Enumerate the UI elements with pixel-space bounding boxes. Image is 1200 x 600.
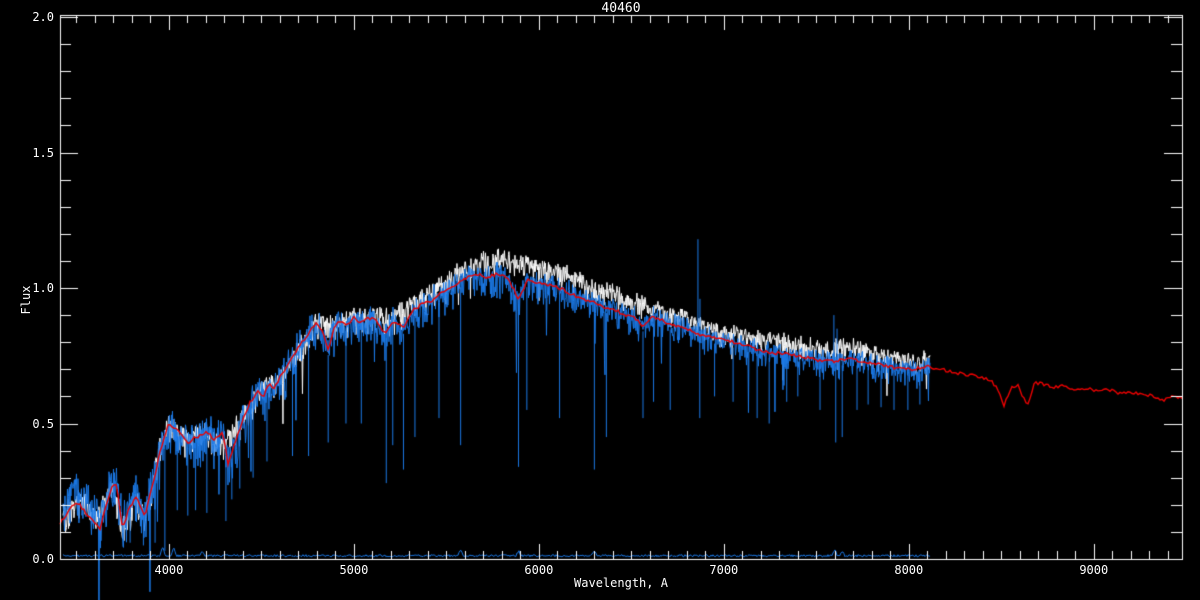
y-tick-label: 0.0 bbox=[32, 552, 54, 566]
y-tick-label: 2.0 bbox=[32, 10, 54, 24]
x-tick-label: 6000 bbox=[524, 563, 554, 577]
x-tick-label: 8000 bbox=[894, 563, 924, 577]
x-tick-label: 7000 bbox=[709, 563, 739, 577]
x-tick-label: 4000 bbox=[154, 563, 184, 577]
y-tick-label: 0.5 bbox=[32, 416, 54, 431]
x-axis-label: Wavelength, A bbox=[574, 576, 668, 590]
y-tick-label: 1.0 bbox=[32, 281, 54, 295]
spectrum-plot-window: 40460 Flux Wavelength, A 4000 5000 6000 700… bbox=[0, 0, 1200, 600]
y-tick-label: 1.5 bbox=[32, 145, 54, 160]
x-tick-label: 9000 bbox=[1079, 563, 1109, 577]
plot-canvas bbox=[0, 0, 1200, 600]
x-tick-label: 5000 bbox=[339, 563, 369, 577]
plot-title: 40460 bbox=[601, 1, 641, 16]
